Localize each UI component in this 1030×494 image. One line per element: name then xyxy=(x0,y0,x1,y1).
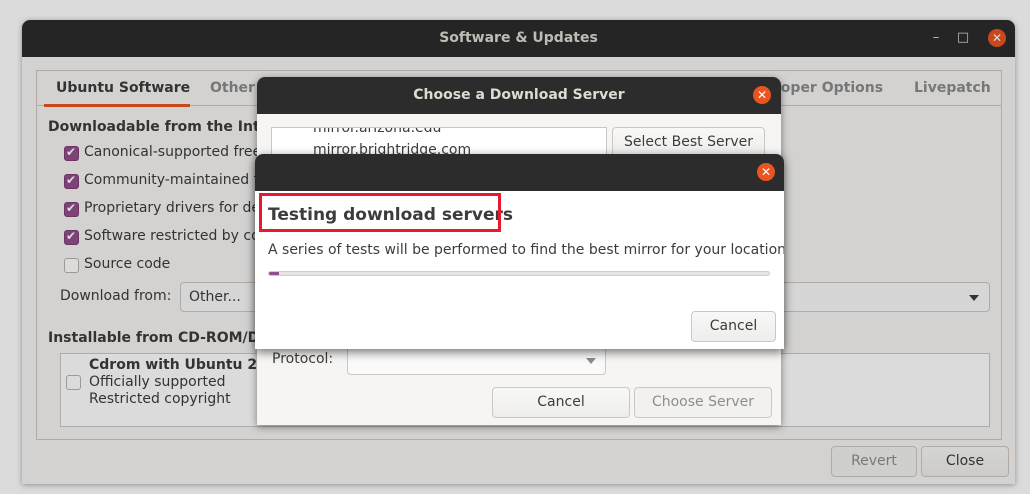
protocol-combo[interactable] xyxy=(347,345,606,375)
progress-bar xyxy=(268,271,770,276)
close-icon[interactable]: ✕ xyxy=(753,86,771,104)
choose-server-button[interactable]: Choose Server xyxy=(634,387,772,418)
testing-description: A series of tests will be performed to f… xyxy=(268,242,784,258)
test-dialog-titlebar[interactable] xyxy=(255,154,784,191)
close-icon[interactable]: ✕ xyxy=(757,163,775,181)
chevron-down-icon xyxy=(586,358,596,364)
testing-servers-dialog: ✕ Testing download servers A series of t… xyxy=(255,154,784,349)
highlight-box xyxy=(259,193,501,232)
server-cancel-button[interactable]: Cancel xyxy=(492,387,630,418)
protocol-label: Protocol: xyxy=(272,351,334,367)
progress-fill xyxy=(269,272,279,275)
server-list-item[interactable]: mirror.arizona.edu xyxy=(313,128,441,136)
test-cancel-button[interactable]: Cancel xyxy=(691,311,776,342)
server-dialog-title: Choose a Download Server xyxy=(413,87,625,103)
